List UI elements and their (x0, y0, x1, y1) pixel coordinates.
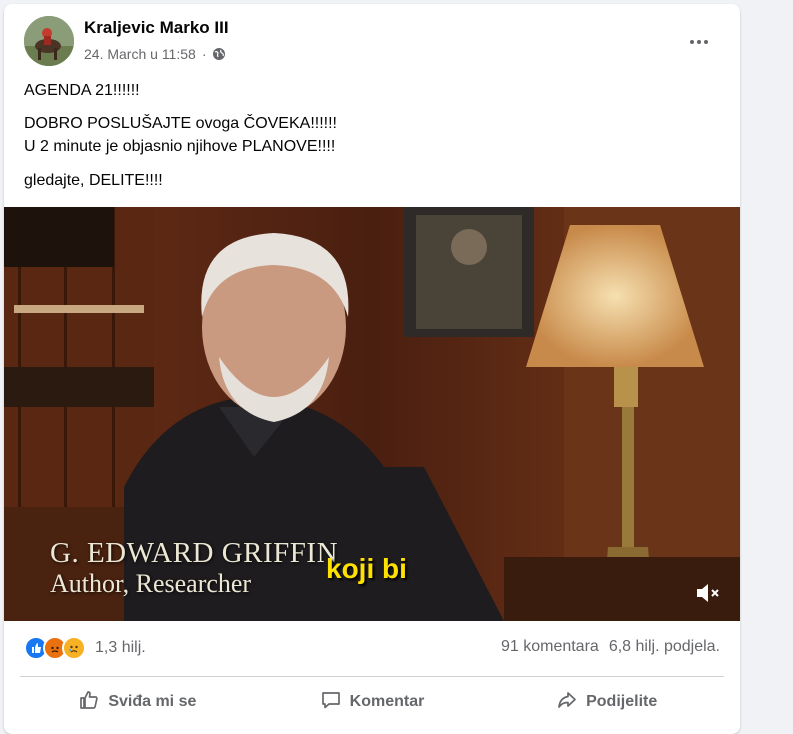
like-label: Sviđa mi se (108, 693, 197, 710)
post-card: Kraljevic Marko III 24. March u 11:58 · … (4, 4, 740, 734)
share-button[interactable]: Podijelite (489, 684, 724, 720)
more-options-button[interactable] (684, 32, 714, 52)
post-text-line: U 2 minute je objasnio njihove PLANOVE!!… (24, 138, 336, 155)
shares-count[interactable]: 6,8 hilj. podjela. (609, 638, 720, 656)
more-dots-icon (690, 40, 694, 44)
more-dot (704, 40, 708, 44)
post-stats: 91 komentara 6,8 hilj. podjela. (501, 638, 720, 656)
post-text-line: gledajte, DELITE!!!! (24, 172, 163, 189)
comments-count[interactable]: 91 komentara (501, 638, 599, 656)
author-name[interactable]: Kraljevic Marko III (84, 18, 229, 38)
post-date[interactable]: 24. March u 11:58 (84, 46, 196, 62)
post-text-line: AGENDA 21!!!!!! (24, 82, 140, 99)
video-player[interactable]: G. EDWARD GRIFFIN Author, Researcher koj… (4, 207, 740, 621)
video-subtitle: koji bi (326, 553, 407, 584)
author-avatar[interactable] (24, 16, 74, 66)
share-icon (556, 689, 578, 716)
globe-icon[interactable] (212, 47, 226, 61)
action-bar: Sviđa mi se Komentar Podijelite (20, 684, 724, 720)
share-label: Podijelite (586, 693, 658, 710)
comment-button[interactable]: Komentar (255, 684, 490, 720)
sad-icon (62, 636, 86, 660)
volume-muted-icon[interactable] (694, 581, 722, 605)
comment-label: Komentar (349, 693, 425, 710)
video-caption-title: Author, Researcher (50, 569, 252, 598)
reaction-count[interactable]: 1,3 hilj. (95, 639, 146, 657)
meta-separator: · (201, 46, 207, 62)
more-dot (697, 40, 701, 44)
comment-icon (320, 689, 342, 716)
like-button[interactable]: Sviđa mi se (20, 684, 255, 720)
reactions-summary[interactable]: 1,3 hilj. (24, 636, 146, 660)
video-caption-name: G. EDWARD GRIFFIN (50, 537, 339, 569)
post-meta: 24. March u 11:58 · (84, 46, 226, 62)
thumbs-up-icon (78, 689, 100, 716)
post-text-line: DOBRO POSLUŠAJTE ovoga ČOVEKA!!!!!! (24, 115, 337, 132)
divider (20, 676, 724, 677)
